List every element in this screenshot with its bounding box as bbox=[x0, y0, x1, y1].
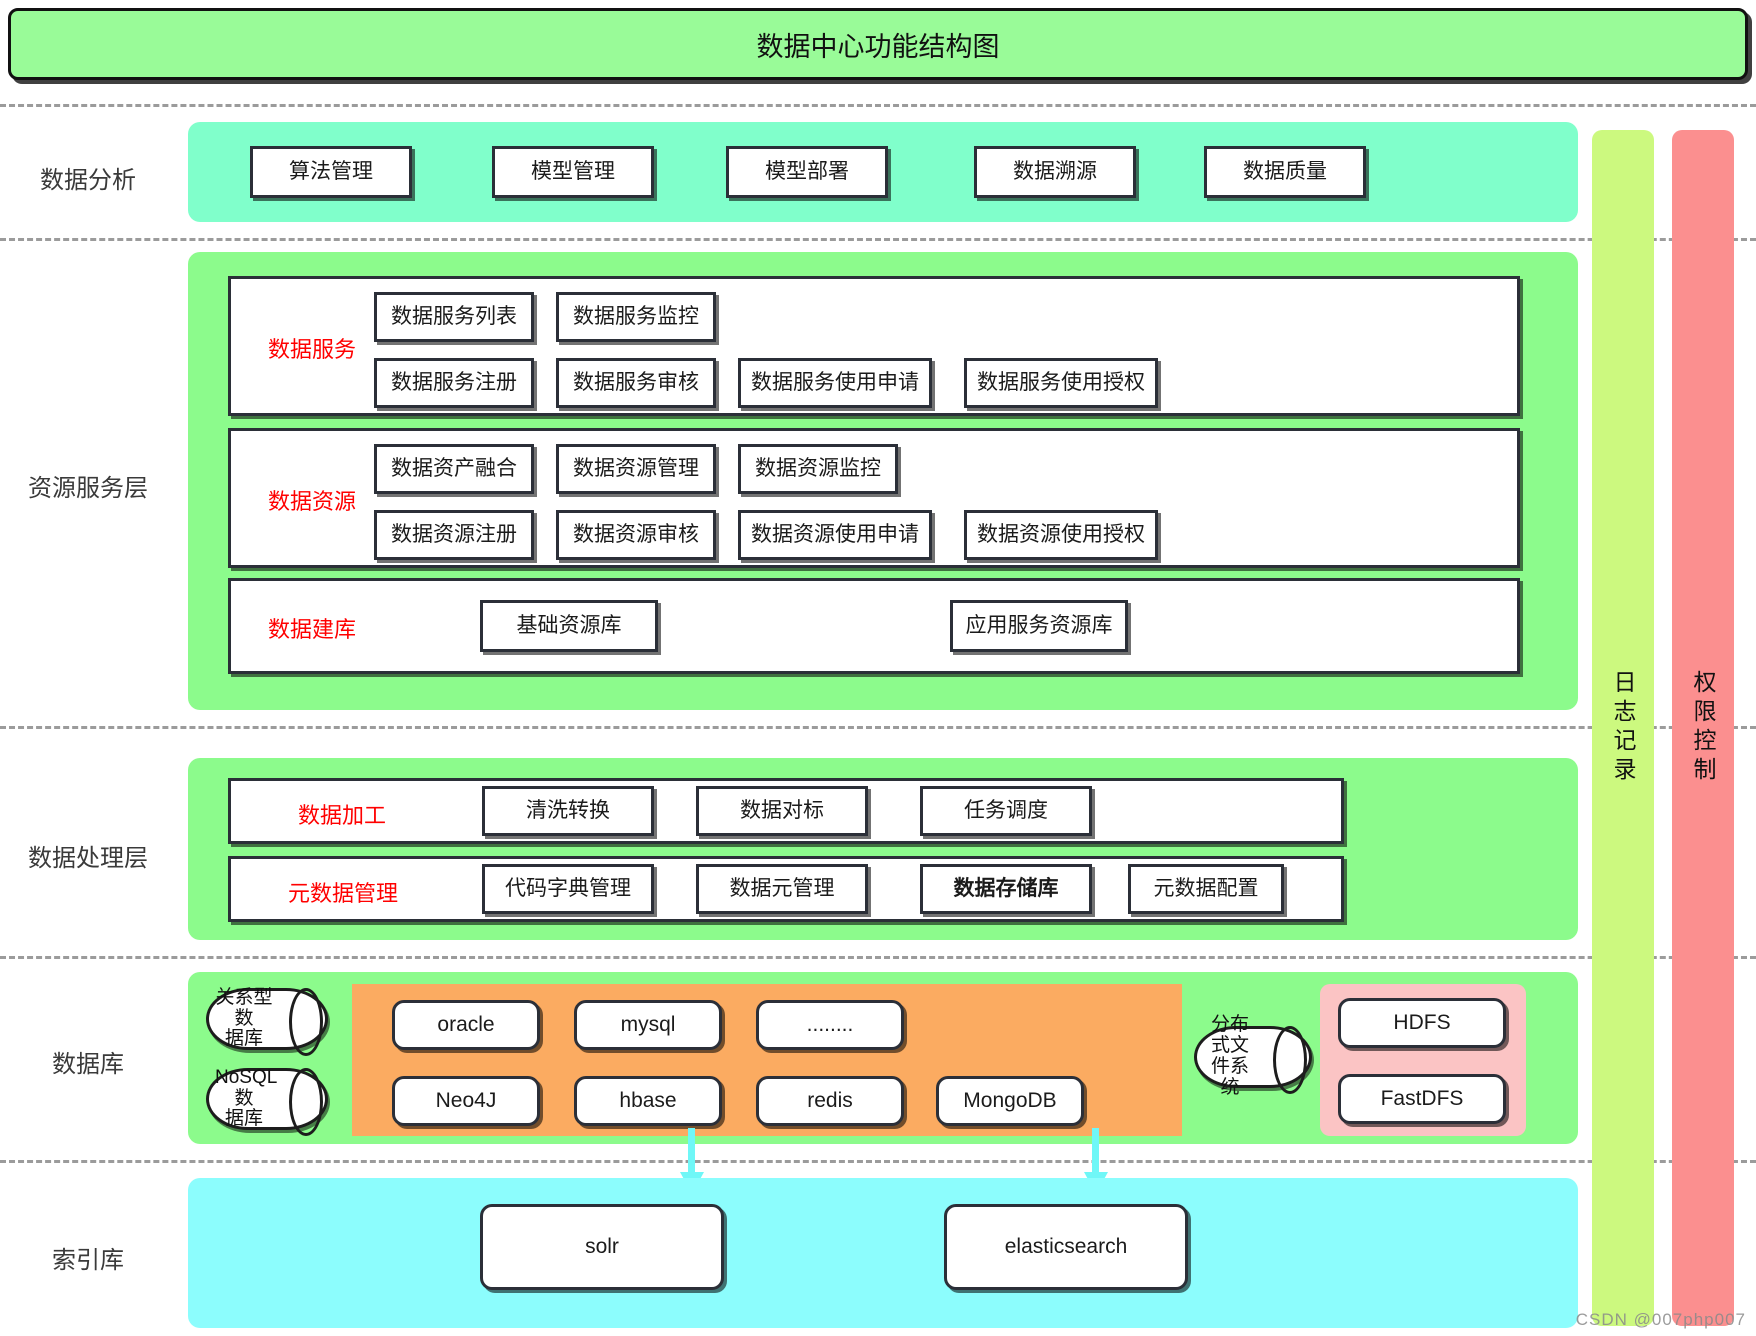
node-data-quality[interactable]: 数据质量 bbox=[1204, 146, 1366, 198]
node-algorithm-management[interactable]: 算法管理 bbox=[250, 146, 412, 198]
node-data-service-register[interactable]: 数据服务注册 bbox=[374, 358, 534, 408]
group-label-metadata-management: 元数据管理 bbox=[288, 881, 399, 906]
cylinder-fs-line1: 分布式文 bbox=[1210, 1014, 1249, 1057]
separator-2 bbox=[0, 238, 1756, 241]
node-data-lineage[interactable]: 数据溯源 bbox=[974, 146, 1136, 198]
panel-data-analysis: 算法管理 模型管理 模型部署 数据溯源 数据质量 bbox=[188, 122, 1578, 222]
node-data-benchmarking[interactable]: 数据对标 bbox=[696, 786, 868, 836]
panel-index-layer: solr elasticsearch bbox=[188, 1178, 1578, 1328]
cylinder-relational-line1: 关系型数 bbox=[215, 986, 273, 1029]
node-data-storage-library[interactable]: 数据存储库 bbox=[920, 864, 1092, 914]
node-fastdfs[interactable]: FastDFS bbox=[1338, 1074, 1506, 1124]
node-task-scheduling[interactable]: 任务调度 bbox=[920, 786, 1092, 836]
diagram-title-bar: 数据中心功能结构图 bbox=[8, 8, 1748, 80]
node-data-service-list[interactable]: 数据服务列表 bbox=[374, 292, 534, 342]
cylinder-fs-line2: 件系统 bbox=[1210, 1056, 1249, 1098]
node-data-resource-monitor[interactable]: 数据资源监控 bbox=[738, 444, 898, 494]
group-label-data-service: 数据服务 bbox=[268, 337, 357, 362]
node-data-resource-use-apply[interactable]: 数据资源使用申请 bbox=[738, 510, 932, 560]
node-mysql[interactable]: mysql bbox=[574, 1000, 722, 1050]
node-data-resource-management[interactable]: 数据资源管理 bbox=[556, 444, 716, 494]
sidebar-permission-control-label: 权限控制 bbox=[1690, 670, 1716, 786]
cylinder-relational-line2: 据库 bbox=[224, 1028, 263, 1050]
panel-data-processing-layer: 数据加工 清洗转换 数据对标 任务调度 元数据管理 代码字典管理 数据元管理 数… bbox=[188, 758, 1578, 940]
cylinder-nosql-line1: NoSQL数 bbox=[215, 1066, 278, 1109]
node-model-deployment[interactable]: 模型部署 bbox=[726, 146, 888, 198]
node-data-service-use-authorize[interactable]: 数据服务使用授权 bbox=[964, 358, 1158, 408]
group-label-data-resource: 数据资源 bbox=[268, 489, 357, 514]
node-more-relational[interactable]: ........ bbox=[756, 1000, 904, 1050]
node-data-resource-use-authorize[interactable]: 数据资源使用授权 bbox=[964, 510, 1158, 560]
layer-label-database: 数据库 bbox=[52, 1051, 124, 1078]
node-application-service-resource-library[interactable]: 应用服务资源库 bbox=[950, 600, 1128, 652]
sidebar-log-record: 日志记录 bbox=[1592, 130, 1654, 1326]
node-hdfs[interactable]: HDFS bbox=[1338, 998, 1506, 1048]
node-hbase[interactable]: hbase bbox=[574, 1076, 722, 1126]
cylinder-distributed-filesystem: 分布式文 件系统 bbox=[1194, 1014, 1312, 1098]
cylinder-nosql-line2: 据库 bbox=[224, 1108, 263, 1130]
group-label-data-processing: 数据加工 bbox=[298, 803, 387, 828]
node-solr[interactable]: solr bbox=[480, 1204, 724, 1290]
node-metadata-configuration[interactable]: 元数据配置 bbox=[1128, 864, 1284, 914]
group-data-warehouse bbox=[228, 578, 1520, 674]
node-mongodb[interactable]: MongoDB bbox=[936, 1076, 1084, 1126]
diagram-canvas: 数据中心功能结构图 数据分析 资源服务层 数据处理层 数据库 索引库 算法管理 … bbox=[0, 0, 1756, 1336]
node-data-service-use-apply[interactable]: 数据服务使用申请 bbox=[738, 358, 932, 408]
cylinder-relational-database: 关系型数 据库 bbox=[206, 986, 328, 1056]
sidebar-log-record-label: 日志记录 bbox=[1610, 670, 1636, 786]
node-elasticsearch[interactable]: elasticsearch bbox=[944, 1204, 1188, 1290]
node-data-resource-review[interactable]: 数据资源审核 bbox=[556, 510, 716, 560]
separator-3 bbox=[0, 726, 1756, 729]
group-label-data-warehouse: 数据建库 bbox=[268, 617, 357, 642]
node-data-service-monitor[interactable]: 数据服务监控 bbox=[556, 292, 716, 342]
layer-label-resource: 资源服务层 bbox=[28, 475, 148, 502]
layer-label-analysis: 数据分析 bbox=[40, 167, 136, 194]
node-data-element-management[interactable]: 数据元管理 bbox=[696, 864, 868, 914]
cylinder-nosql-database: NoSQL数 据库 bbox=[206, 1066, 328, 1136]
layer-label-index: 索引库 bbox=[52, 1247, 124, 1274]
node-basic-resource-library[interactable]: 基础资源库 bbox=[480, 600, 658, 652]
node-clean-transform[interactable]: 清洗转换 bbox=[482, 786, 654, 836]
separator-1 bbox=[0, 104, 1756, 107]
page-title: 数据中心功能结构图 bbox=[756, 31, 1000, 62]
node-data-service-review[interactable]: 数据服务审核 bbox=[556, 358, 716, 408]
node-data-resource-register[interactable]: 数据资源注册 bbox=[374, 510, 534, 560]
node-model-management[interactable]: 模型管理 bbox=[492, 146, 654, 198]
node-redis[interactable]: redis bbox=[756, 1076, 904, 1126]
area-distributed-filesystem: HDFS FastDFS bbox=[1320, 984, 1526, 1136]
layer-label-process: 数据处理层 bbox=[28, 845, 148, 872]
node-neo4j[interactable]: Neo4J bbox=[392, 1076, 540, 1126]
node-oracle[interactable]: oracle bbox=[392, 1000, 540, 1050]
watermark: CSDN @007php007 bbox=[1575, 1310, 1746, 1329]
sidebar-permission-control: 权限控制 bbox=[1672, 130, 1734, 1326]
panel-resource-service-layer: 数据服务 数据服务列表 数据服务监控 数据服务注册 数据服务审核 数据服务使用申… bbox=[188, 252, 1578, 710]
node-data-asset-fusion[interactable]: 数据资产融合 bbox=[374, 444, 534, 494]
separator-5 bbox=[0, 1160, 1756, 1163]
node-code-dictionary-management[interactable]: 代码字典管理 bbox=[482, 864, 654, 914]
area-relational-nosql: oracle mysql ........ Neo4J hbase redis … bbox=[352, 984, 1182, 1136]
separator-4 bbox=[0, 956, 1756, 959]
